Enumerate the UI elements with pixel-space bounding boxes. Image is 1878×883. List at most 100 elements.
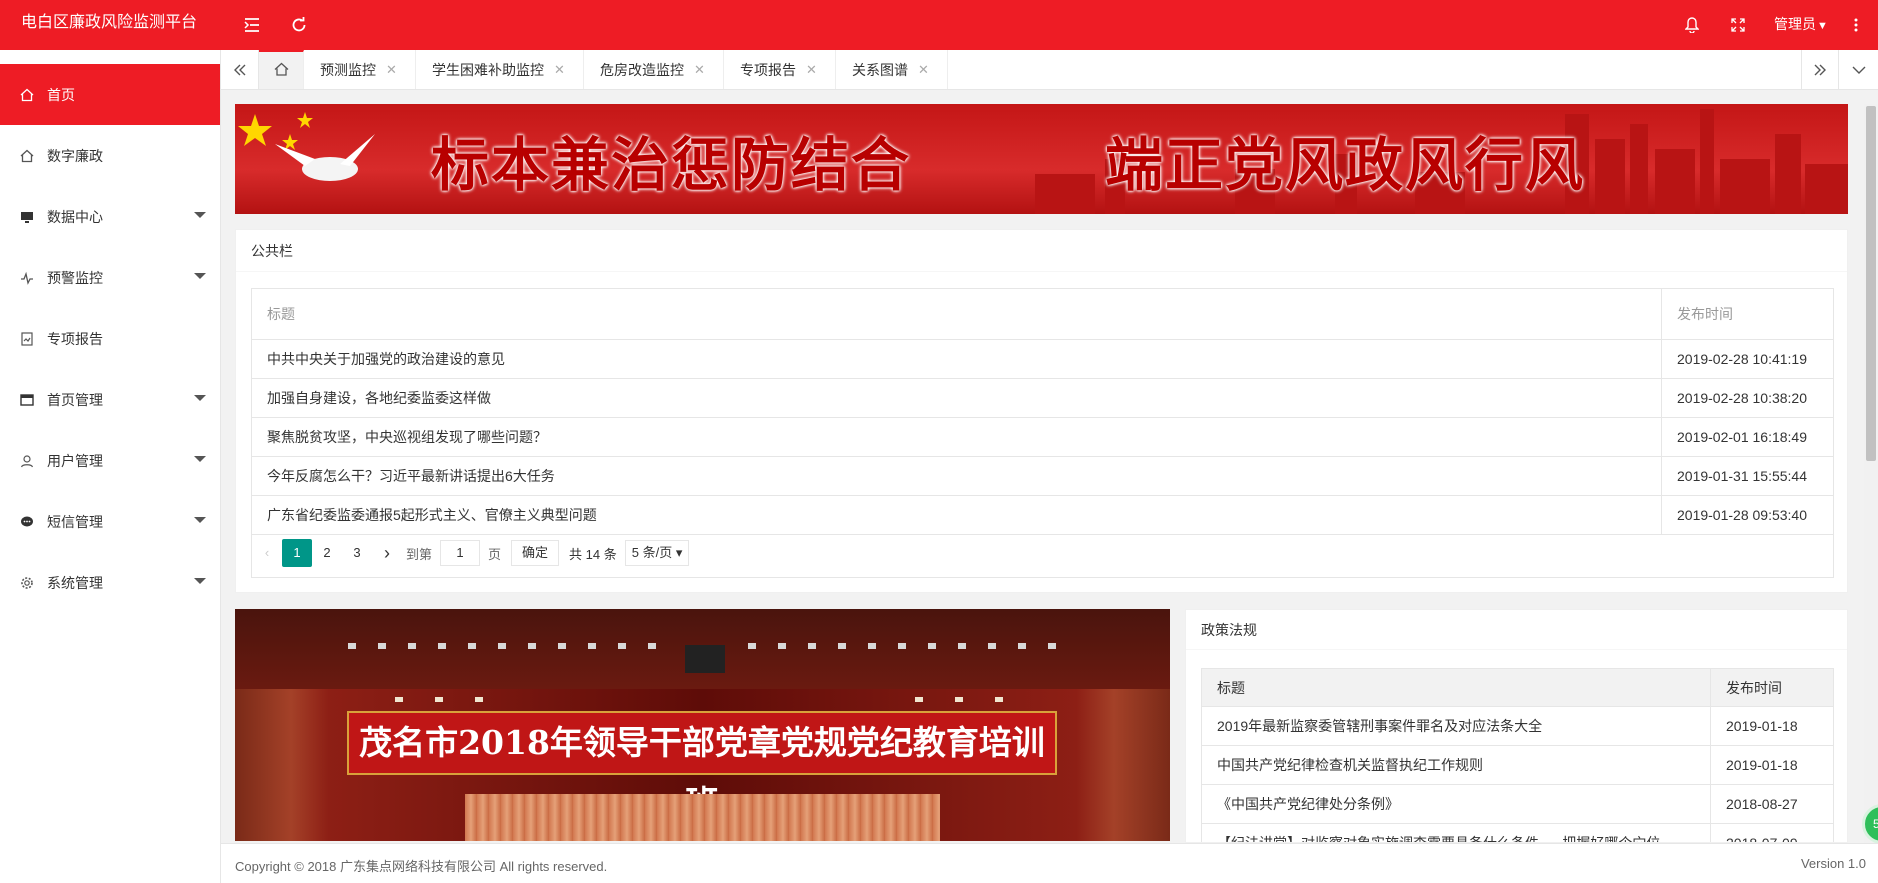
sidebar-item-alert-monitor[interactable]: 预警监控	[0, 247, 220, 308]
column-header: 发布时间	[1710, 668, 1834, 707]
table-row[interactable]: 【纪法讲堂】对监察对象实施调查需要具备什么条件......把握好哪个穴位 201…	[1201, 823, 1834, 842]
sidebar-item-digital-integrity[interactable]: 数字廉政	[0, 125, 220, 186]
page-size-select[interactable]: 5 条/页 ▾	[624, 540, 690, 566]
row-time: 2019-02-01 16:18:49	[1661, 417, 1834, 457]
table-row[interactable]: 加强自身建设，各地纪委监委这样做 2019-02-28 10:38:20	[251, 378, 1834, 418]
close-icon[interactable]: ✕	[694, 62, 705, 78]
sidebar-item-homepage-manage[interactable]: 首页管理	[0, 369, 220, 430]
banner-slogan-left: 标本兼治惩防结合	[431, 131, 912, 199]
page-1[interactable]: 1	[282, 539, 312, 567]
tabs-scroll-right-icon[interactable]	[1801, 50, 1839, 89]
sidebar-item-label: 预警监控	[47, 269, 103, 286]
window-icon	[19, 392, 35, 408]
menu-collapse-icon[interactable]	[240, 13, 264, 37]
close-icon[interactable]: ✕	[554, 62, 565, 78]
home-icon	[19, 148, 35, 164]
bulletin-table: 标题 发布时间 中共中央关于加强党的政治建设的意见 2019-02-28 10:…	[251, 288, 1834, 535]
sidebar: 首页 数字廉政 数据中心 预警监控 专项报告 首页管理 用户管理 短信管理 系统…	[0, 50, 221, 883]
table-row[interactable]: 广东省纪委监委通报5起形式主义、官僚主义典型问题 2019-01-28 09:5…	[251, 495, 1834, 535]
row-time: 2019-01-18	[1710, 706, 1834, 746]
row-title[interactable]: 广东省纪委监委通报5起形式主义、官僚主义典型问题	[251, 495, 1662, 535]
page-2[interactable]: 2	[312, 539, 342, 567]
chevron-down-icon	[194, 212, 206, 218]
close-icon[interactable]: ✕	[806, 62, 817, 78]
sidebar-item-label: 短信管理	[47, 513, 103, 530]
training-photo: 茂名市2018年领导干部党章党规党纪教育培训班	[235, 609, 1170, 841]
row-title[interactable]: 加强自身建设，各地纪委监委这样做	[251, 378, 1662, 418]
user-menu[interactable]: 管理员▼	[1774, 14, 1828, 34]
row-title[interactable]: 【纪法讲堂】对监察对象实施调查需要具备什么条件......把握好哪个穴位	[1201, 823, 1711, 842]
scrollbar-thumb[interactable]	[1866, 106, 1876, 461]
sidebar-item-special-report[interactable]: 专项报告	[0, 308, 220, 369]
sidebar-item-label: 系统管理	[47, 574, 103, 591]
sidebar-item-label: 首页管理	[47, 391, 103, 408]
row-title[interactable]: 今年反腐怎么干？习近平最新讲话提出6大任务	[251, 456, 1662, 496]
tab-label: 危房改造监控	[600, 61, 684, 78]
policy-title: 政策法规	[1186, 610, 1847, 650]
row-time: 2019-02-28 10:38:20	[1661, 378, 1834, 418]
row-title[interactable]: 2019年最新监察委管辖刑事案件罪名及对应法条大全	[1201, 706, 1711, 746]
user-name: 管理员	[1774, 16, 1816, 32]
monitor-icon	[19, 209, 35, 225]
version-text: Version 1.0	[1800, 856, 1866, 871]
sidebar-item-home[interactable]: 首页	[0, 64, 220, 125]
goto-confirm-button[interactable]: 确定	[511, 540, 560, 566]
pagination: ‹ 1 2 3 › 到第 1 页 确定 共 14 条 5 条/页 ▾	[252, 539, 690, 567]
chevron-down-icon	[194, 578, 206, 584]
tab-special-report[interactable]: 专项报告 ✕	[725, 50, 836, 89]
row-time: 2018-07-09	[1710, 823, 1834, 842]
tab-relation-graph[interactable]: 关系图谱 ✕	[837, 50, 948, 89]
close-icon[interactable]: ✕	[918, 62, 929, 78]
sidebar-item-label: 首页	[47, 86, 75, 103]
row-title[interactable]: 聚焦脱贫攻坚，中央巡视组发现了哪些问题？	[251, 417, 1662, 457]
tab-student-aid-monitor[interactable]: 学生困难补助监控 ✕	[417, 50, 584, 89]
sidebar-item-label: 数据中心	[47, 208, 103, 225]
row-time: 2018-08-27	[1710, 784, 1834, 824]
photo-curtain	[465, 794, 940, 841]
table-header-row: 标题 发布时间	[1201, 668, 1834, 707]
tabs-dropdown-icon[interactable]	[1840, 50, 1878, 89]
row-time: 2019-01-31 15:55:44	[1661, 456, 1834, 496]
table-row[interactable]: 2019年最新监察委管辖刑事案件罪名及对应法条大全 2019-01-18	[1201, 706, 1834, 746]
photo-stage-banner: 茂名市2018年领导干部党章党规党纪教育培训班	[347, 711, 1057, 822]
row-time: 2019-01-18	[1710, 745, 1834, 785]
chevron-down-icon	[194, 517, 206, 523]
sidebar-item-label: 用户管理	[47, 452, 103, 469]
chevron-down-icon	[194, 273, 206, 279]
next-page-icon[interactable]: ›	[372, 539, 402, 567]
tab-forecast-monitor[interactable]: 预测监控 ✕	[305, 50, 416, 89]
sidebar-item-user-manage[interactable]: 用户管理	[0, 430, 220, 491]
table-row[interactable]: 中国共产党纪律检查机关监督执纪工作规则 2019-01-18	[1201, 745, 1834, 785]
column-header: 发布时间	[1661, 288, 1834, 340]
refresh-icon[interactable]	[287, 13, 311, 37]
row-title[interactable]: 中国共产党纪律检查机关监督执纪工作规则	[1201, 745, 1711, 785]
gear-icon	[19, 575, 35, 591]
row-time: 2019-01-28 09:53:40	[1661, 495, 1834, 535]
total-count: 共 14 条	[569, 546, 617, 562]
page-3[interactable]: 3	[342, 539, 372, 567]
pulse-icon	[19, 270, 35, 286]
goto-page-input[interactable]: 1	[440, 540, 481, 566]
fullscreen-icon[interactable]	[1726, 13, 1750, 37]
table-row[interactable]: 今年反腐怎么干？习近平最新讲话提出6大任务 2019-01-31 15:55:4…	[251, 456, 1834, 496]
table-row[interactable]: 《中国共产党纪律处分条例》 2018-08-27	[1201, 784, 1834, 824]
content-scrollbar[interactable]	[1864, 104, 1878, 843]
tab-home[interactable]	[259, 50, 304, 89]
policy-card: 政策法规 标题 发布时间 2019年最新监察委管辖刑事案件罪名及对应法条大全 2…	[1185, 609, 1848, 843]
row-title[interactable]: 中共中央关于加强党的政治建设的意见	[251, 339, 1662, 379]
prev-page-icon[interactable]: ‹	[252, 539, 282, 567]
table-row[interactable]: 聚焦脱贫攻坚，中央巡视组发现了哪些问题？ 2019-02-01 16:18:49	[251, 417, 1834, 457]
user-icon	[19, 453, 35, 469]
sidebar-item-sms-manage[interactable]: 短信管理	[0, 491, 220, 552]
more-vertical-icon[interactable]	[1844, 13, 1868, 37]
close-icon[interactable]: ✕	[386, 62, 397, 78]
sidebar-item-system-manage[interactable]: 系统管理	[0, 552, 220, 613]
tab-housing-renovation-monitor[interactable]: 危房改造监控 ✕	[585, 50, 724, 89]
bell-icon[interactable]	[1680, 13, 1704, 37]
table-row[interactable]: 中共中央关于加强党的政治建设的意见 2019-02-28 10:41:19	[251, 339, 1834, 379]
sidebar-item-data-center[interactable]: 数据中心	[0, 186, 220, 247]
tab-label: 预测监控	[320, 61, 376, 78]
row-title[interactable]: 《中国共产党纪律处分条例》	[1201, 784, 1711, 824]
tabs-scroll-left-icon[interactable]	[221, 50, 259, 89]
chevron-down-icon	[194, 395, 206, 401]
